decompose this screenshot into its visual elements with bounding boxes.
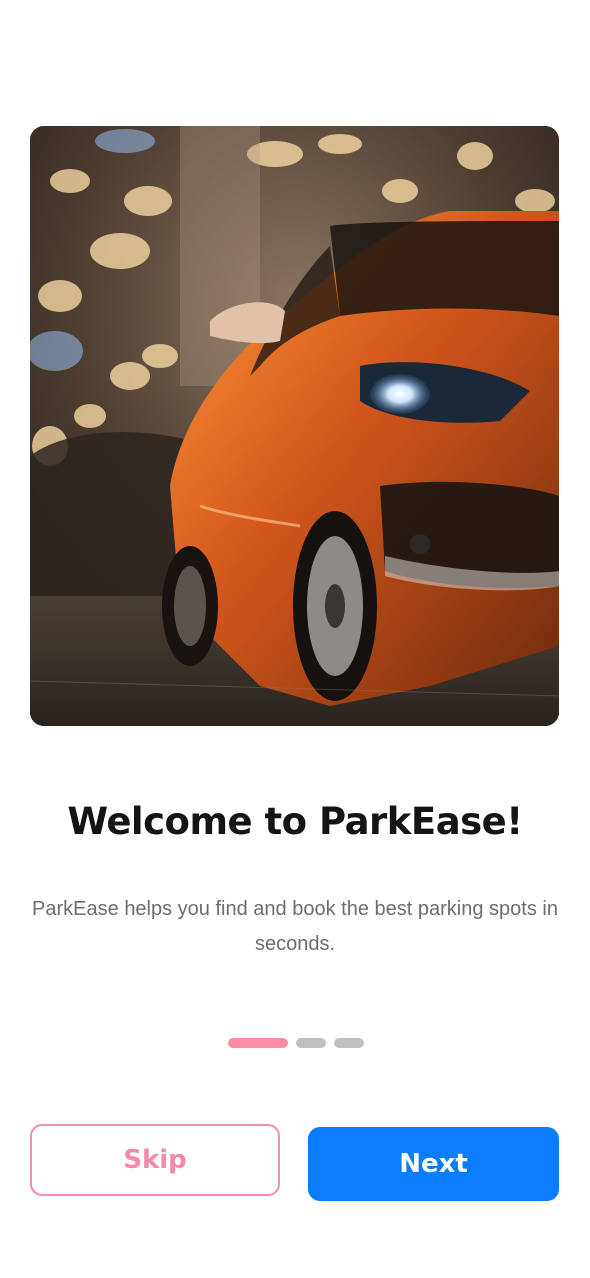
page-title: Welcome to ParkEase! bbox=[67, 800, 523, 843]
pagination-dot-1 bbox=[228, 1038, 288, 1048]
pagination-indicator bbox=[228, 1038, 364, 1048]
page-subtitle: ParkEase helps you find and book the bes… bbox=[32, 898, 558, 955]
pagination-dot-3 bbox=[334, 1038, 364, 1048]
next-button[interactable]: Next bbox=[308, 1127, 559, 1201]
next-button-label: Next bbox=[399, 1149, 468, 1179]
hero-car-image bbox=[30, 126, 559, 726]
skip-button[interactable]: Skip bbox=[30, 1124, 280, 1196]
skip-button-label: Skip bbox=[123, 1145, 187, 1175]
pagination-dot-2 bbox=[296, 1038, 326, 1048]
